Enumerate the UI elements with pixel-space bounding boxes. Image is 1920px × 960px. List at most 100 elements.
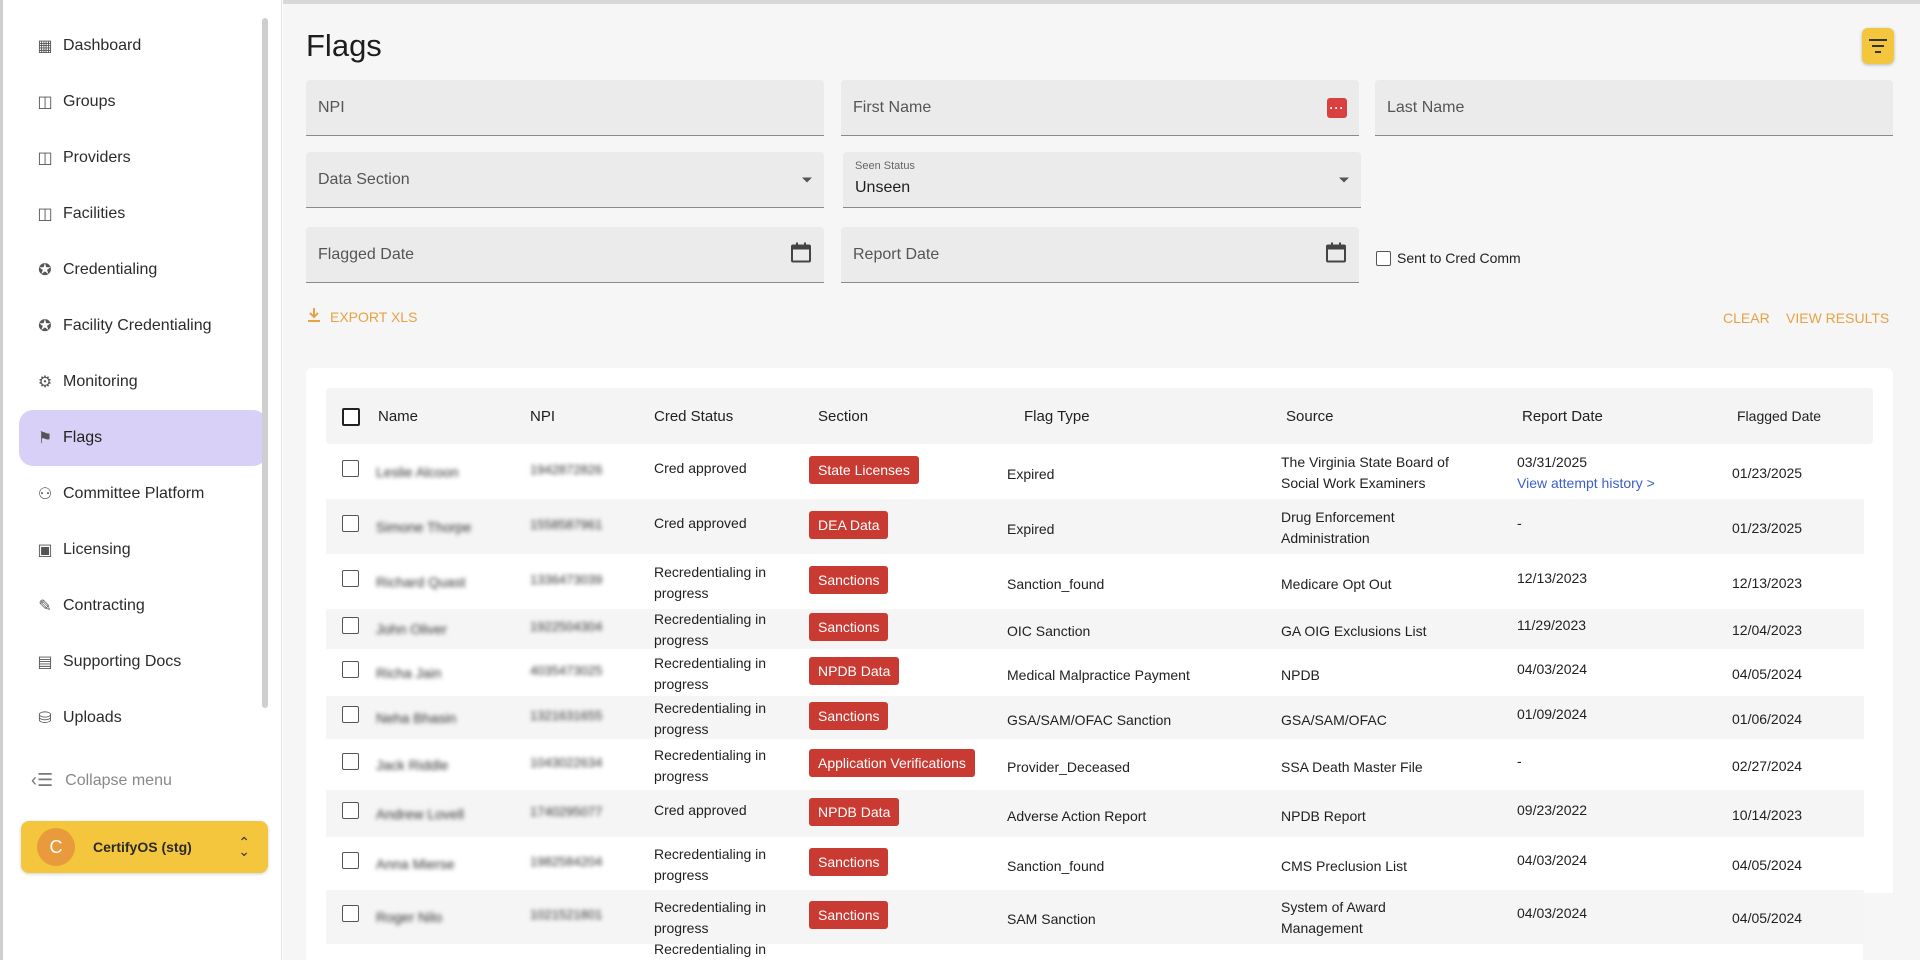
column-header-cred-status[interactable]: Cred Status <box>654 388 733 444</box>
section-tag[interactable]: NPDB Data <box>809 797 900 826</box>
provider-name[interactable]: John Oliver <box>376 619 447 640</box>
sidebar-item-credentialing[interactable]: ✪ Credentialing <box>19 242 267 298</box>
export-xls-button[interactable]: EXPORT XLS <box>308 308 417 325</box>
sidebar-scrollbar[interactable] <box>262 18 268 708</box>
organization-switcher[interactable]: C CertifyOS (stg) ⌃ ⌄ <box>21 821 268 873</box>
filter-button[interactable] <box>1862 28 1894 64</box>
table-row[interactable]: Neha Bhasin 1321631655 Recredentialing in … <box>326 696 1864 739</box>
more-options-icon[interactable]: ··· <box>1327 97 1347 118</box>
sidebar-item-providers[interactable]: ◫ Providers <box>19 130 267 186</box>
row-checkbox[interactable] <box>342 801 359 819</box>
provider-name[interactable]: Richa Jain <box>376 663 441 684</box>
row-checkbox[interactable] <box>342 459 359 477</box>
column-header-flag-type[interactable]: Flag Type <box>1024 388 1090 444</box>
provider-name[interactable]: Simone Thorpe <box>376 517 471 538</box>
view-results-button[interactable]: VIEW RESULTS <box>1786 310 1889 326</box>
section-tag[interactable]: Sanctions <box>809 847 889 876</box>
provider-name[interactable]: Richard Quast <box>376 572 465 593</box>
report-date: 12/13/2023 <box>1517 569 1588 586</box>
table-row[interactable]: Anna Mierse 1982584204 Recredentialing in … <box>326 837 1864 890</box>
credentialing-icon: ✪ <box>38 262 52 279</box>
row-checkbox[interactable] <box>342 851 359 869</box>
cred-status: Recredentialing in progress <box>654 563 767 601</box>
row-checkbox[interactable] <box>342 617 359 634</box>
npi-field[interactable]: NPI <box>306 80 824 136</box>
column-header-npi[interactable]: NPI <box>530 388 555 444</box>
report-date: 04/03/2024 <box>1517 905 1588 921</box>
table-row[interactable]: John Oliver 1922504304 Recredentialing in … <box>326 609 1864 649</box>
row-checkbox[interactable] <box>342 905 359 922</box>
row-checkbox[interactable] <box>342 660 359 678</box>
sidebar-item-facilities[interactable]: ◫ Facilities <box>19 186 267 242</box>
column-header-flagged-date[interactable]: Flagged Date <box>1737 388 1821 444</box>
provider-name[interactable]: Leslie Alcoon <box>376 462 459 483</box>
sidebar-item-dashboard[interactable]: ▦ Dashboard <box>19 18 267 74</box>
cred-status: Recredentialing in progress <box>654 746 767 784</box>
report-date-field[interactable]: Report Date <box>841 227 1359 283</box>
provider-name[interactable]: Anna Mierse <box>376 854 455 875</box>
report-date: 04/03/2024 <box>1517 660 1588 677</box>
column-header-name[interactable]: Name <box>378 388 418 444</box>
provider-name[interactable]: Jack Riddle <box>376 755 448 776</box>
flag-type: Provider_Deceased <box>1007 758 1130 775</box>
collapse-menu-button[interactable]: ‹☰ Collapse menu <box>31 770 172 791</box>
provider-name[interactable]: Roger Nilo <box>376 907 442 928</box>
sidebar-item-facility-credentialing[interactable]: ✪ Facility Credentialing <box>19 298 267 354</box>
table-row[interactable]: Richard Quast 1336473039 Recredentialing i… <box>326 554 1864 609</box>
column-header-source[interactable]: Source <box>1286 388 1334 444</box>
calendar-icon[interactable] <box>790 241 812 268</box>
sidebar-item-supporting-docs[interactable]: ▤ Supporting Docs <box>19 634 267 690</box>
sidebar-item-committee-platform[interactable]: ⚇ Committee Platform <box>19 466 267 522</box>
cred-status: Recredentialing in progress <box>654 699 767 737</box>
table-row[interactable]: Jack Riddle 1043022634 Recredentialing in … <box>326 739 1864 790</box>
row-checkbox[interactable] <box>342 569 359 587</box>
sidebar-item-groups[interactable]: ◫ Groups <box>19 74 267 130</box>
view-attempt-history-link[interactable]: View attempt history > <box>1517 473 1655 494</box>
sidebar-item-uploads[interactable]: ⛁ Uploads <box>19 690 267 746</box>
clear-button[interactable]: CLEAR <box>1723 310 1770 326</box>
column-header-report-date[interactable]: Report Date <box>1522 388 1603 444</box>
section-tag[interactable]: Application Verifications <box>809 748 975 777</box>
calendar-icon[interactable] <box>1325 241 1347 268</box>
row-checkbox[interactable] <box>342 752 359 770</box>
data-section-placeholder: Data Section <box>318 170 410 188</box>
section-tag[interactable]: Sanctions <box>809 901 889 929</box>
section-tag[interactable]: State Licenses <box>809 455 919 484</box>
table-row[interactable]: Roger Nilo 1021521801 Recredentialing in p… <box>326 890 1864 944</box>
first-name-field[interactable]: First Name ··· <box>841 80 1359 136</box>
flagged-date: 12/04/2023 <box>1732 622 1803 638</box>
sidebar-item-monitoring[interactable]: ⚙ Monitoring <box>19 354 267 410</box>
last-name-field[interactable]: Last Name <box>1375 80 1893 136</box>
section-tag[interactable]: DEA Data <box>809 510 889 539</box>
table-row[interactable]: Andrew Lovell 1740295077 Cred approved NPDB… <box>326 790 1864 837</box>
report-date: 01/09/2024 <box>1517 705 1588 722</box>
sidebar-item-licensing[interactable]: ▣ Licensing <box>19 522 267 578</box>
row-checkbox[interactable] <box>342 705 359 723</box>
table-row[interactable]: Richa Jain 4035473025 Recredentialing in p… <box>326 649 1864 696</box>
table-row[interactable]: Simone Thorpe 1558587961 Cred approved DEA … <box>326 499 1864 554</box>
sent-to-cred-comm-checkbox[interactable]: Sent to Cred Comm <box>1376 250 1521 266</box>
seen-status-select[interactable]: Seen Status Unseen <box>843 152 1361 208</box>
sidebar-item-contracting[interactable]: ✎ Contracting <box>19 578 267 634</box>
select-all-checkbox[interactable] <box>342 408 360 426</box>
section-tag[interactable]: Sanctions <box>809 701 889 730</box>
section-tag[interactable]: Sanctions <box>809 613 889 641</box>
section-tag[interactable]: NPDB Data <box>809 656 900 685</box>
provider-name[interactable]: Neha Bhasin <box>376 708 456 729</box>
sidebar-item-label: Contracting <box>63 597 145 614</box>
provider-npi: 1321631655 <box>530 707 603 723</box>
flag-type: GSA/SAM/OFAC Sanction <box>1007 711 1172 728</box>
sidebar-item-flags[interactable]: ⚑ Flags <box>19 410 267 466</box>
checkbox[interactable] <box>1376 250 1391 266</box>
provider-name[interactable]: Andrew Lovell <box>376 804 464 825</box>
collapse-menu-icon: ‹☰ <box>31 770 54 790</box>
table-row[interactable]: Recredentialing in <box>326 941 1864 960</box>
section-tag[interactable]: Sanctions <box>809 565 889 594</box>
column-header-section[interactable]: Section <box>818 388 868 444</box>
data-section-select[interactable]: Data Section <box>306 152 824 208</box>
table-row[interactable]: Leslie Alcoon 1942872826 Cred approved Stat… <box>326 444 1864 499</box>
sidebar-item-label: Uploads <box>63 709 122 726</box>
filter-icon <box>1869 39 1887 53</box>
flagged-date-field[interactable]: Flagged Date <box>306 227 824 283</box>
row-checkbox[interactable] <box>342 514 359 532</box>
